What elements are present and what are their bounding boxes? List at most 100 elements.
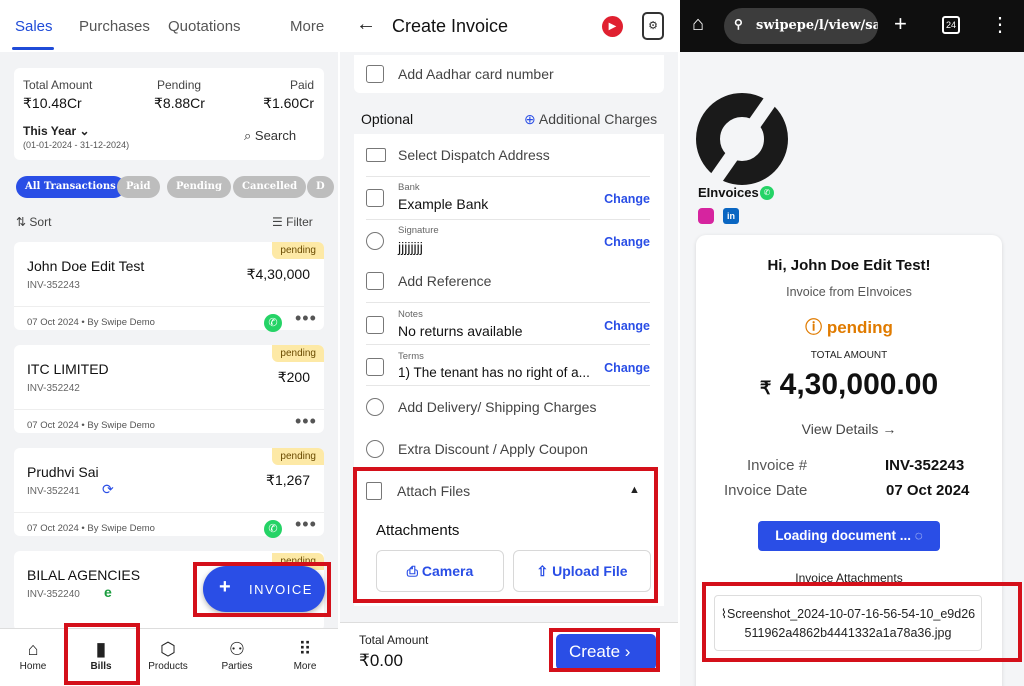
aadhar-row[interactable]: Add Aadhar card number [354,55,664,93]
sort-icon: ⇅ [16,215,27,229]
summary-card: Total Amount ₹10.48Cr Pending ₹8.88Cr Pa… [14,68,324,160]
video-play-icon[interactable]: ▶ [602,16,623,37]
total-amount-value: ₹ 4,30,000.00 [696,368,1002,402]
status-badge: pending [272,345,324,362]
invoice-amount: ₹4,30,000 [246,266,310,282]
attach-files-label[interactable]: Attach Files [397,483,470,499]
created-by: By Swipe Demo [87,317,155,328]
invoice-card[interactable]: pending Prudhvi Sai INV-352241 ⟳ ₹1,267 … [14,448,324,538]
chip-more[interactable]: D [307,176,334,198]
change-bank-button[interactable]: Change [604,192,650,206]
company-name: EInvoices [698,185,759,200]
nav-products[interactable]: ⬡ Products [143,637,193,672]
new-tab-icon[interactable]: + [894,11,907,37]
tab-purchases[interactable]: Purchases [79,18,150,35]
loading-document-button[interactable]: Loading document ... ◌ [758,521,940,551]
chip-all-transactions[interactable]: All Transactions [16,176,125,198]
nav-home-label: Home [19,661,47,672]
chip-pending[interactable]: Pending [167,176,231,198]
file-icon [366,482,382,500]
bank-value: Example Bank [398,196,489,212]
bottom-nav: ⌂ Home ▮ Bills ⬡ Products ⚇ Parties ⠿ More [0,628,338,686]
upload-icon: ⇧ [536,563,549,579]
nav-parties[interactable]: ⚇ Parties [212,637,262,672]
invoice-card[interactable]: pending ITC LIMITED INV-352242 ₹200 07 O… [14,345,324,433]
bank-icon [366,189,384,207]
upload-file-button[interactable]: ⇧ Upload File [513,550,651,592]
bank-row[interactable]: Bank Example Bank Change [354,177,664,219]
party-name: Prudhvi Sai [27,464,99,480]
back-arrow-icon[interactable]: ← [356,13,376,36]
url-bar[interactable]: ⚲ swipepe/l/view/sale [724,8,878,44]
attachment-file-link[interactable]: ⌇Screenshot_2024-10-07-16-56-54-10_e9d26… [714,595,982,651]
tabs-count[interactable]: 24 [942,16,960,34]
whatsapp-icon[interactable]: ✆ [264,314,282,332]
delivery-charges-row[interactable]: Add Delivery/ Shipping Charges [354,386,664,428]
period-dropdown[interactable]: This Year ⌄ [23,124,90,138]
whatsapp-icon[interactable]: ✆ [760,186,774,200]
invoice-date-value: 07 Oct 2024 [886,482,970,499]
search-button[interactable]: ⌕ Search [244,128,296,144]
instagram-icon[interactable] [698,208,714,224]
invoice-card[interactable]: pending John Doe Edit Test INV-352243 ₹4… [14,242,324,332]
invoice-from: Invoice from EInvoices [786,285,912,299]
new-invoice-button[interactable]: + INVOICE [203,566,325,612]
view-details-link[interactable]: View Details → [696,421,1002,437]
signature-row[interactable]: Signature jjjjjjjj Change [354,220,664,262]
additional-charges-label: Additional Charges [538,111,658,127]
invoice-view-panel: ⌂ ⚲swipepe/l/view/sale + 24 ⋮ EInvoices … [680,0,1024,686]
collapse-up-icon[interactable]: ▲ [629,484,640,496]
filter-button[interactable]: ☰ Filter [272,215,313,229]
linkedin-icon[interactable]: in [723,208,739,224]
reference-label: Add Reference [398,273,492,289]
nav-parties-label: Parties [221,661,253,672]
whatsapp-icon[interactable]: ✆ [264,520,282,538]
chip-cancelled[interactable]: Cancelled [233,176,307,198]
menu-kebab-icon[interactable]: ⋮ [990,12,1010,37]
terms-small-label: Terms [398,351,424,362]
create-button[interactable]: Create › [556,634,656,670]
change-terms-button[interactable]: Change [604,361,650,375]
nav-more[interactable]: ⠿ More [280,637,330,672]
upload-label: Upload File [552,563,628,579]
total-amount-label: Total Amount [359,633,429,647]
nav-home[interactable]: ⌂ Home [8,637,58,672]
discount-row[interactable]: Extra Discount / Apply Coupon [354,428,664,470]
invoice-settings-icon[interactable]: ⚙ [642,12,664,40]
tab-more[interactable]: More [290,18,324,35]
party-name: BILAL AGENCIES [27,567,141,583]
terms-row[interactable]: Terms 1) The tenant has no right of a...… [354,346,664,388]
reference-row[interactable]: Add Reference [354,260,664,302]
dispatch-address-row[interactable]: Select Dispatch Address [354,134,664,176]
create-invoice-header: ← Create Invoice ▶ ⚙ [340,0,678,52]
more-options-icon[interactable]: ••• [295,411,317,432]
more-options-icon[interactable]: ••• [295,514,317,535]
change-notes-button[interactable]: Change [604,319,650,333]
change-signature-button[interactable]: Change [604,235,650,249]
tab-sales[interactable]: Sales [15,18,53,35]
plus-circle-icon: ⊕ [524,111,536,127]
notes-value: No returns available [398,323,523,339]
bills-panel: Sales Purchases Quotations More Total Am… [0,0,338,686]
home-icon[interactable]: ⌂ [692,13,704,36]
filter-label: Filter [286,215,313,229]
chip-paid[interactable]: Paid [117,176,160,198]
sort-button[interactable]: ⇅ Sort [16,215,51,229]
sales-tabs: Sales Purchases Quotations More [0,0,338,52]
invoice-amount: ₹1,267 [266,472,310,488]
signature-pen-icon [366,232,384,250]
more-options-icon[interactable]: ••• [295,308,317,329]
amount-text: 4,30,000.00 [779,368,939,401]
invoice-number-value: INV-352243 [885,457,965,474]
tab-quotations[interactable]: Quotations [168,18,241,35]
additional-charges-button[interactable]: ⊕ Additional Charges [524,111,657,128]
invoice-number-label: Invoice # [747,457,808,474]
nav-bills[interactable]: ▮ Bills [76,637,126,672]
notes-icon [366,316,384,334]
camera-button[interactable]: ⎙ Camera [376,550,504,592]
pending-value: ₹8.88Cr [154,95,205,111]
attach-files-section: Attach Files ▲ Attachments ⎙ Camera ⇧ Up… [354,470,664,606]
arrow-right-icon: → [882,421,897,437]
notes-row[interactable]: Notes No returns available Change [354,304,664,346]
period-range: (01-01-2024 - 31-12-2024) [23,140,130,150]
